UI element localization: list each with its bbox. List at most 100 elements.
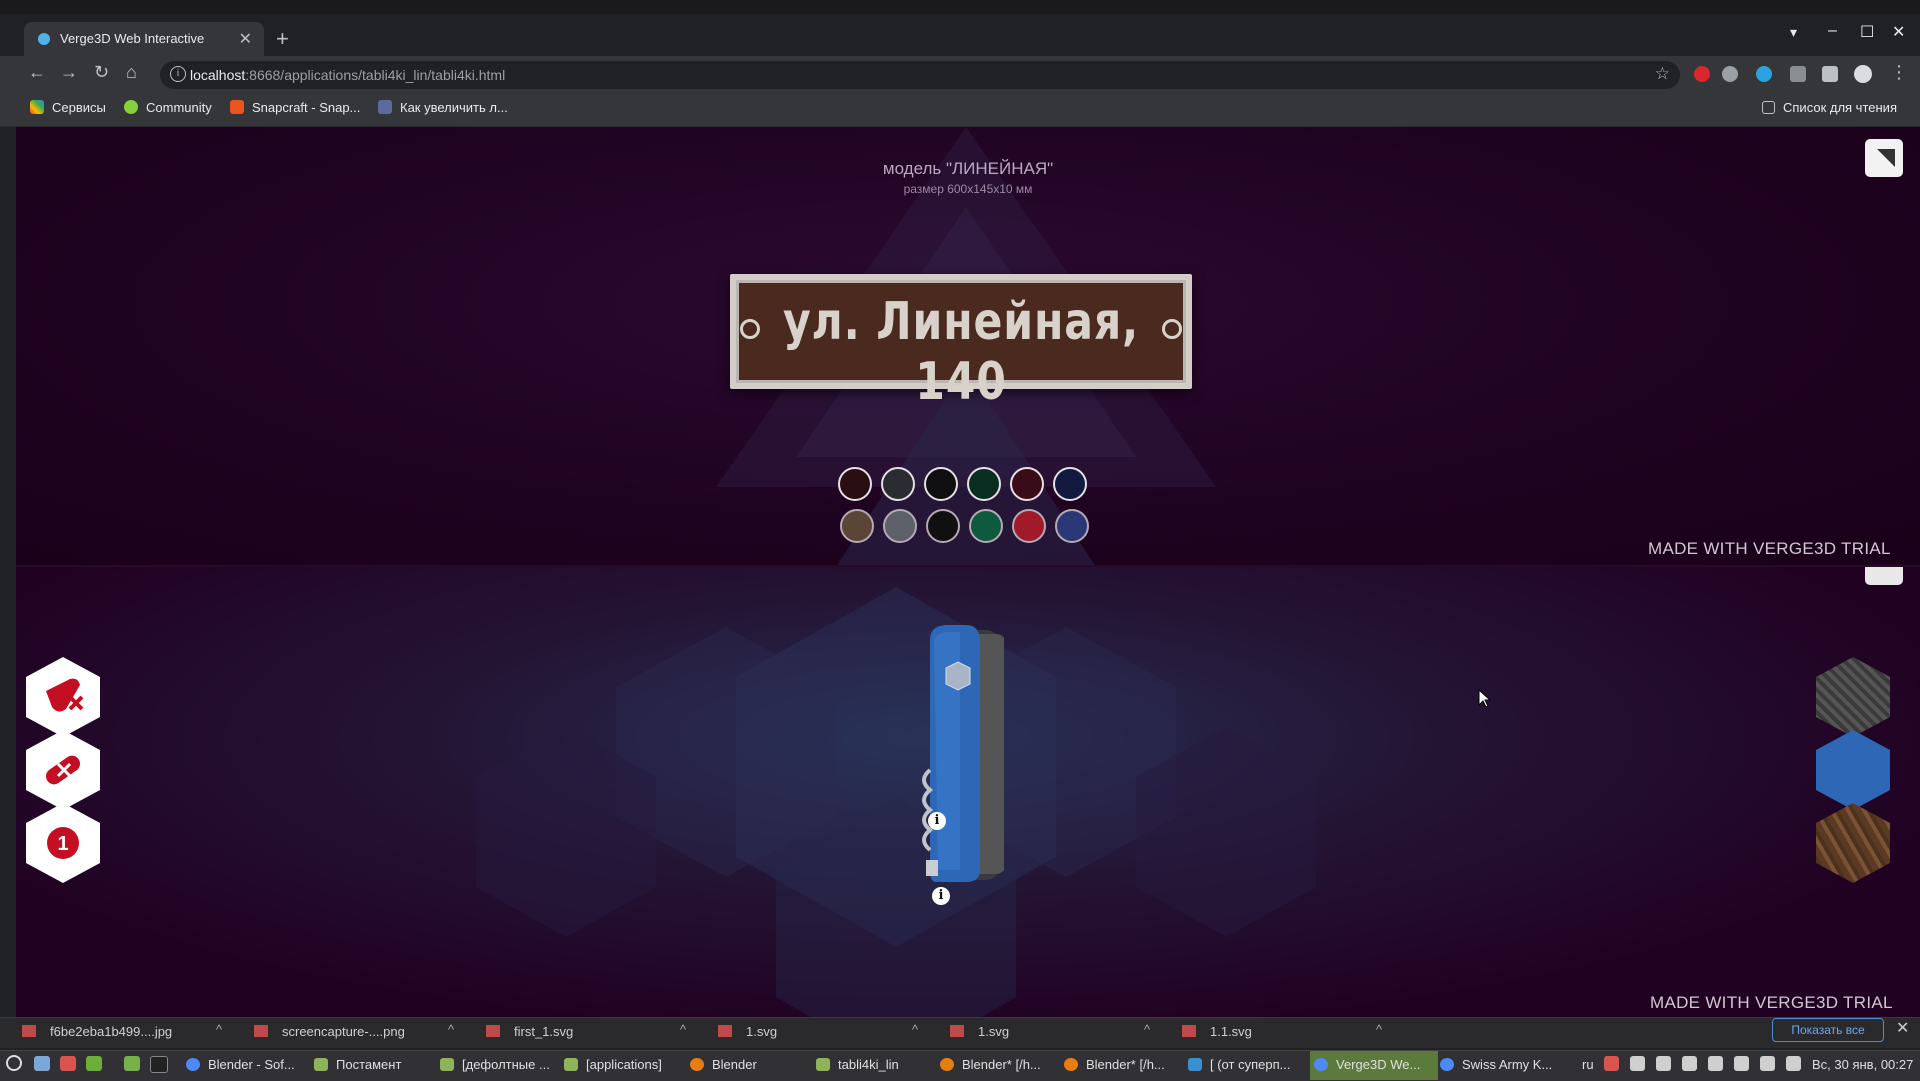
- fullscreen-button[interactable]: [1865, 139, 1903, 177]
- download-item[interactable]: 1.svg ^: [718, 1022, 918, 1039]
- chevron-up-icon[interactable]: ^: [216, 1022, 222, 1037]
- bookmark-article[interactable]: Как увеличить л...: [378, 100, 508, 115]
- bluetooth-icon[interactable]: [1630, 1056, 1645, 1071]
- color-swatch[interactable]: [969, 509, 1003, 543]
- color-swatch[interactable]: [840, 509, 874, 543]
- plate-scene[interactable]: модель "ЛИНЕЙНАЯ" размер 600x145x10 мм у…: [16, 127, 1920, 567]
- task-item[interactable]: [ (от суперп...: [1188, 1057, 1290, 1072]
- swiss-army-knife-model[interactable]: [908, 620, 1004, 910]
- color-swatch[interactable]: [1012, 509, 1046, 543]
- tb-site-icon: [378, 100, 392, 114]
- bookmark-star-icon[interactable]: ☆: [1655, 64, 1670, 84]
- chevron-up-icon[interactable]: ^: [448, 1022, 454, 1037]
- bookmark-community[interactable]: Community: [124, 100, 212, 115]
- chevron-up-icon[interactable]: ^: [912, 1022, 918, 1037]
- reload-icon[interactable]: ↻: [94, 62, 109, 83]
- bookmark-snapcraft[interactable]: Snapcraft - Snap...: [230, 100, 360, 115]
- folder-icon[interactable]: [124, 1056, 140, 1071]
- close-window-button[interactable]: ✕: [1892, 22, 1905, 42]
- color-swatch[interactable]: [838, 467, 872, 501]
- download-item[interactable]: 1.1.svg ^: [1182, 1022, 1382, 1039]
- task-item[interactable]: Blender - Sof...: [186, 1057, 295, 1072]
- trial-watermark: MADE WITH VERGE3D TRIAL: [1650, 993, 1893, 1012]
- task-item[interactable]: [дефолтные ...: [440, 1057, 550, 1072]
- task-item[interactable]: Swiss Army K...: [1440, 1057, 1552, 1072]
- tab-search-icon[interactable]: ▾: [1790, 24, 1797, 41]
- chevron-up-icon[interactable]: ^: [1144, 1022, 1150, 1037]
- forward-icon[interactable]: →: [60, 62, 78, 83]
- launcher-icon[interactable]: [34, 1056, 50, 1071]
- download-item[interactable]: first_1.svg ^: [486, 1022, 686, 1039]
- info-marker-icon[interactable]: i: [932, 887, 950, 905]
- task-item[interactable]: Blender: [690, 1057, 757, 1072]
- verge3d-viewport[interactable]: модель "ЛИНЕЙНАЯ" размер 600x145x10 мм у…: [16, 127, 1920, 1017]
- browser-menu-icon[interactable]: ⋮: [1890, 62, 1908, 83]
- community-icon: [124, 100, 138, 114]
- download-item[interactable]: 1.svg ^: [950, 1022, 1150, 1039]
- scene-corner-button[interactable]: [1865, 567, 1903, 585]
- launcher-icon[interactable]: [86, 1056, 102, 1071]
- back-icon[interactable]: ←: [28, 62, 46, 83]
- clock[interactable]: Вс, 30 янв, 00:27: [1812, 1057, 1913, 1072]
- color-swatch[interactable]: [1055, 509, 1089, 543]
- color-swatch[interactable]: [926, 509, 960, 543]
- file-icon: [254, 1025, 268, 1037]
- launcher-icon[interactable]: [60, 1056, 76, 1071]
- color-swatch[interactable]: [967, 467, 1001, 501]
- network-icon[interactable]: [1760, 1056, 1775, 1071]
- show-all-downloads-button[interactable]: Показать все: [1772, 1018, 1884, 1042]
- start-menu-icon[interactable]: [6, 1055, 22, 1071]
- blender-icon: [1064, 1058, 1078, 1071]
- address-bar[interactable]: i localhost:8668/applications/tabli4ki_l…: [160, 61, 1680, 89]
- color-swatch[interactable]: [881, 467, 915, 501]
- tab-favicon-icon: [38, 33, 50, 45]
- tray-app-icon[interactable]: [1604, 1056, 1619, 1071]
- profile-avatar-icon[interactable]: [1854, 65, 1872, 83]
- minimize-button[interactable]: –: [1828, 22, 1837, 40]
- folder-icon: [440, 1058, 454, 1071]
- file-icon: [718, 1025, 732, 1037]
- folder-icon: [314, 1058, 328, 1071]
- shield-icon[interactable]: [1708, 1056, 1723, 1071]
- clipboard-icon[interactable]: [1656, 1056, 1671, 1071]
- street-sign-plate[interactable]: ул. Линейная, 140: [730, 274, 1192, 412]
- task-item[interactable]: Blender* [/h...: [940, 1057, 1041, 1072]
- site-info-icon[interactable]: i: [170, 66, 186, 82]
- new-tab-button[interactable]: +: [276, 26, 289, 52]
- snapcraft-icon: [230, 100, 244, 114]
- chevron-up-icon[interactable]: ^: [1376, 1022, 1382, 1037]
- color-swatch[interactable]: [883, 509, 917, 543]
- extensions-puzzle-icon[interactable]: [1822, 66, 1838, 82]
- volume-icon[interactable]: [1786, 1056, 1801, 1071]
- chevron-up-icon[interactable]: ^: [680, 1022, 686, 1037]
- update-icon[interactable]: [1682, 1056, 1697, 1071]
- color-swatch[interactable]: [1010, 467, 1044, 501]
- camera-extension-icon[interactable]: [1790, 66, 1806, 82]
- extension-icon[interactable]: [1756, 66, 1772, 82]
- reading-list[interactable]: Список для чтения: [1762, 100, 1897, 115]
- download-item[interactable]: f6be2eba1b499....jpg ^: [22, 1022, 222, 1039]
- keyboard-layout[interactable]: ru: [1582, 1057, 1594, 1072]
- task-item[interactable]: Blender* [/h...: [1064, 1057, 1165, 1072]
- wifi-icon[interactable]: [1734, 1056, 1749, 1071]
- task-item-active[interactable]: Verge3D We...: [1314, 1057, 1420, 1072]
- task-item[interactable]: Постамент: [314, 1057, 401, 1072]
- download-item[interactable]: screencapture-....png ^: [254, 1022, 454, 1039]
- globe-extension-icon[interactable]: [1722, 66, 1738, 82]
- file-icon: [486, 1025, 500, 1037]
- model-title: модель "ЛИНЕЙНАЯ": [882, 159, 1054, 178]
- blender-icon: [940, 1058, 954, 1071]
- color-swatch[interactable]: [924, 467, 958, 501]
- task-item[interactable]: tabli4ki_lin: [816, 1057, 899, 1072]
- info-marker-icon[interactable]: i: [928, 812, 946, 830]
- color-swatch[interactable]: [1053, 467, 1087, 501]
- terminal-icon[interactable]: [150, 1056, 168, 1073]
- close-downloads-icon[interactable]: ✕: [1896, 1018, 1909, 1038]
- maximize-button[interactable]: ☐: [1860, 22, 1874, 42]
- tab-close-icon[interactable]: ✕: [239, 29, 252, 49]
- home-icon[interactable]: ⌂: [126, 62, 137, 83]
- task-item[interactable]: [applications]: [564, 1057, 662, 1072]
- bookmark-services[interactable]: Сервисы: [30, 100, 106, 115]
- browser-tab[interactable]: Verge3D Web Interactive ✕: [24, 22, 264, 56]
- extension-icon[interactable]: [1694, 66, 1710, 82]
